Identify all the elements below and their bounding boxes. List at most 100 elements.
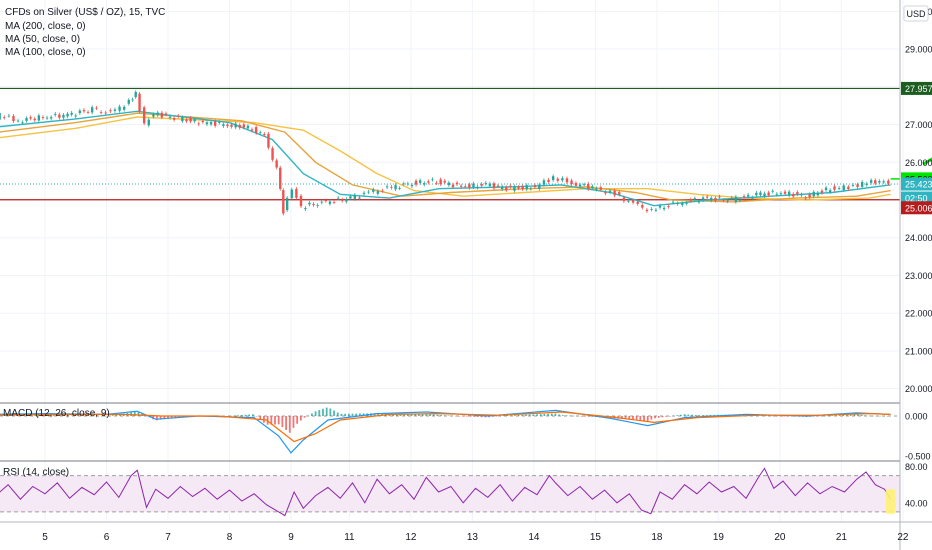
candle-body [263,134,266,135]
time-tick-9: 9 [288,532,294,543]
macd-hist-bar [779,416,782,417]
macd-line[interactable] [0,409,891,454]
price-labels: 27.95725.56025.42302:5025.006 [901,81,932,215]
ma-200-legend[interactable]: MA (200, close, 0) [5,21,86,32]
candle-body [134,92,137,98]
candle-body [654,209,658,211]
candle-body [312,203,315,205]
candle-body [631,200,635,203]
candle-body [254,127,258,133]
candle-body [185,119,188,122]
rsi-highlight [885,489,896,514]
macd-tick-0.000: 0.000 [905,412,928,422]
macd-hist-bar [436,414,439,416]
candle-body [874,180,877,184]
ma-50-legend[interactable]: MA (50, close, 0) [5,34,80,45]
candle-body [238,125,241,128]
macd-hist-bar [539,414,542,416]
candle-body [488,183,492,186]
macd-hist-bar [639,416,642,421]
candle-body [685,202,688,204]
candle-body [177,115,180,117]
price-tick-20.000: 20.000 [905,384,932,394]
macd-legend[interactable]: MACD (12, 26, close, 9) [3,408,110,419]
candle-body [414,180,418,185]
candle-body [645,209,649,212]
candle-body [455,182,459,185]
macd-hist-bar [834,415,837,416]
candle-body [484,182,487,184]
candle-body [213,121,217,126]
candle-body [851,185,855,186]
candle-body [509,185,512,187]
candle-body [755,192,758,196]
rsi-tick-80.00: 80.00 [905,462,928,472]
candle-body [443,180,446,183]
price-tick-26.000: 26.000 [905,158,932,168]
candle-body [613,190,616,196]
rsi-legend[interactable]: RSI (14, close) [3,467,69,478]
candle-body [833,186,836,190]
macd-hist-bar [469,416,472,417]
currency-label: USD [906,9,926,19]
time-tick-7: 7 [165,532,171,543]
candle-body [710,197,713,201]
candle-body [381,190,384,192]
time-axis[interactable]: 5 6 7 8 9 11 12 13 14 15 18 19 20 21 22 [42,532,909,543]
time-tick-19: 19 [713,532,725,543]
candle-body [181,117,184,122]
candle-body [662,207,666,210]
candle-body [147,119,150,126]
macd-hist-bar [465,416,468,417]
macd-hist-bar [454,415,457,417]
candle-body [604,192,607,194]
candle-body [480,184,483,186]
macd-hist-bar [565,415,568,416]
macd-hist-bar [775,416,778,417]
macd-hist-bar [573,415,575,417]
time-tick-8: 8 [227,532,233,543]
candle-body [734,196,738,202]
candle-body [341,199,344,201]
macd-hist-bar [285,416,287,430]
candle-body [7,115,11,117]
candle-body [676,203,679,205]
candle-body [771,190,774,192]
candle-body [570,180,573,185]
candle-body [336,197,340,199]
candle-body [636,201,639,204]
ma-100-legend[interactable]: MA (100, close, 0) [5,47,86,58]
candle-body [746,194,750,197]
candle-body [525,185,528,190]
macd-hist-bar [875,415,878,417]
macd-hist-bar [558,414,561,416]
candle-body [138,93,141,112]
macd-hist-bar [458,416,461,417]
macd-hist-bar [244,414,247,416]
macd-hist-bar [451,415,454,417]
candle-body [860,181,864,187]
candle-body [127,99,130,104]
candle-body [282,190,285,214]
macd-hist-bar [587,416,590,417]
time-tick-5: 5 [42,532,48,543]
candle-body [242,124,246,128]
candle-body [279,167,282,189]
price-chart[interactable]: 30.00029.00028.00027.00026.00025.00024.0… [0,0,932,550]
candle-body [792,193,795,197]
candle-body [787,191,791,196]
candle-body [402,183,405,185]
candle-body [70,112,73,115]
candle-body [468,184,471,188]
candle-body [779,193,783,195]
macd-hist-bar [307,415,310,417]
macd-hist-bar [532,414,535,416]
candle-body [804,197,807,199]
candle-body [693,198,697,200]
candle-body [122,106,126,110]
macd-hist-bar [274,416,276,425]
candle-body [222,124,225,127]
macd-hist-bar [347,413,350,416]
macd-hist-bar [525,414,527,416]
macd-hist-bar [277,416,280,425]
